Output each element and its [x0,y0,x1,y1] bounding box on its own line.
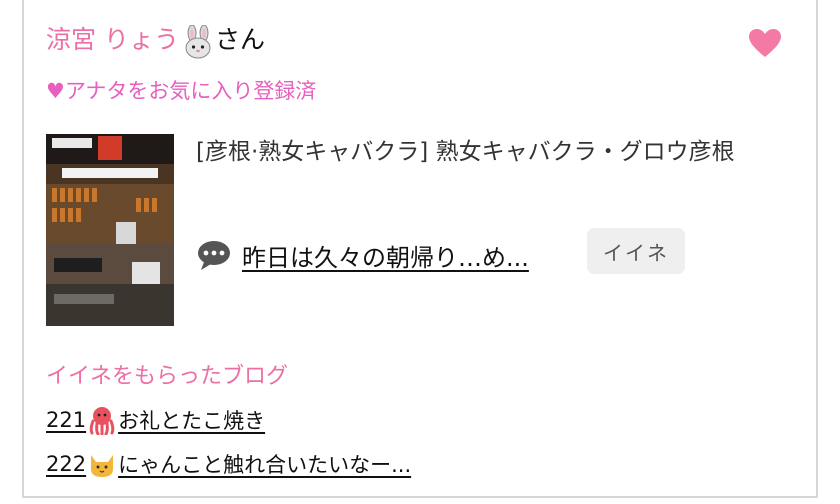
liked-blog-count: 222 [46,452,87,476]
profile-name-row[interactable]: 涼宮 りょう さん [46,20,265,60]
octopus-icon [89,407,115,435]
liked-blog-item[interactable]: 221 お礼とたこ焼き [46,402,265,438]
like-button[interactable]: イイネ [587,228,685,274]
speech-bubble-icon [198,241,230,270]
cat-icon [91,455,114,477]
profile-name[interactable]: 涼宮 りょう [46,20,179,60]
rabbit-icon [185,25,211,59]
shop-photo-thumbnail[interactable] [46,134,174,326]
liked-blogs-title: イイネをもらったブログ [46,364,289,389]
liked-blog-count: 221 [46,408,87,432]
latest-blog-row[interactable]: 昨日は久々の朝帰り…め... [196,230,529,280]
heart-icon[interactable] [748,28,782,58]
liked-blog-item[interactable]: 222 にゃんこと触れ合いたいなー... [46,446,411,482]
liked-blog-title[interactable]: にゃんこと触れ合いたいなー... [118,449,411,479]
liked-blog-title[interactable]: お礼とたこ焼き [118,405,265,435]
name-suffix: さん [214,25,265,54]
favorite-status-text: ♥アナタをお気に入り登録済 [46,79,317,103]
shop-category[interactable]: [彦根·熟女キャバクラ] 熟女キャバクラ・グロウ彦根 [196,134,786,171]
latest-blog-link[interactable]: 昨日は久々の朝帰り…め... [242,238,529,273]
